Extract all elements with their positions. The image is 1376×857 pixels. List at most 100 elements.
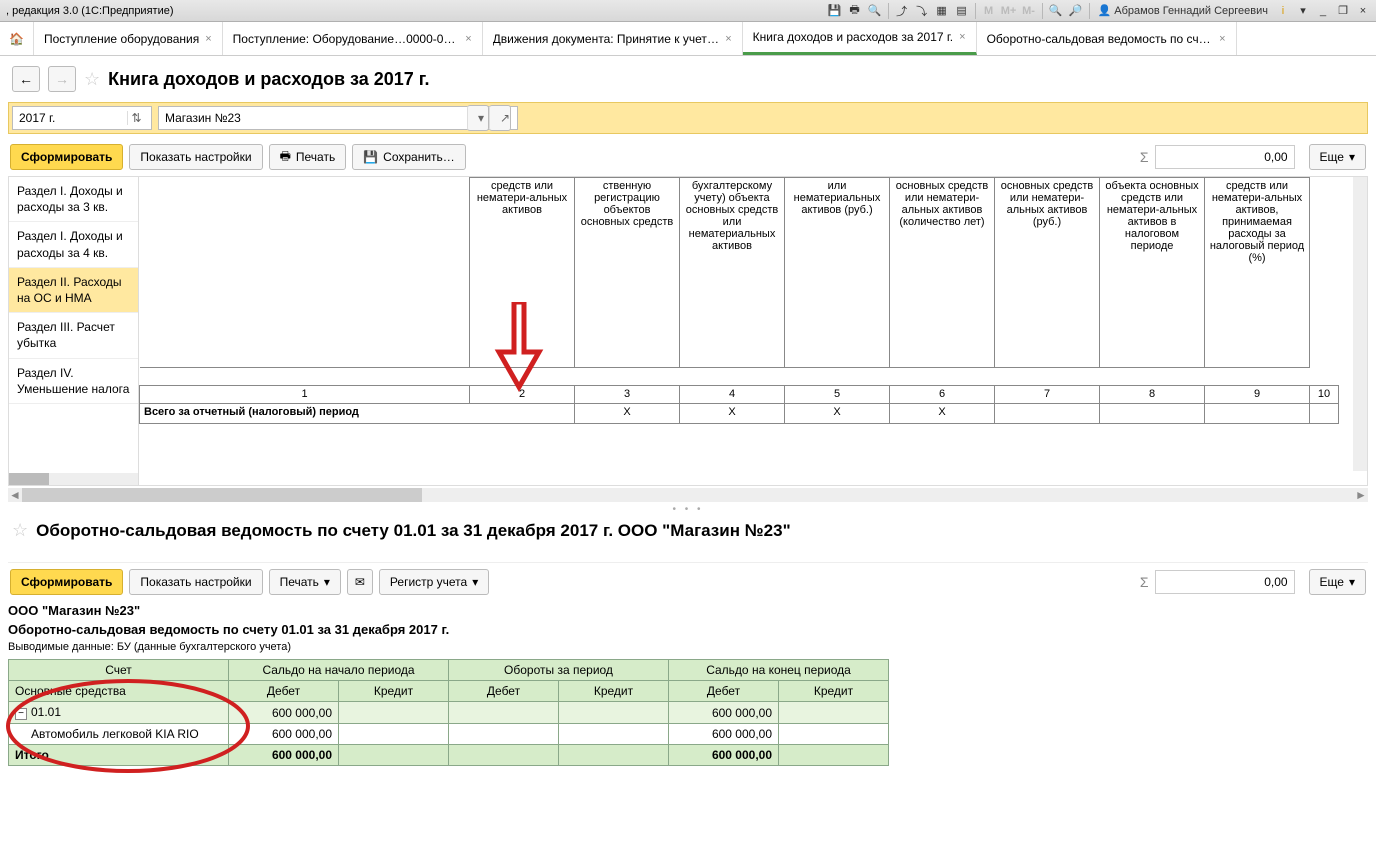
th-begin: Сальдо на начало периода [229, 660, 449, 681]
user-indicator[interactable]: 👤 Абрамов Геннадий Сергеевич [1094, 2, 1272, 20]
tab-2[interactable]: Движения документа: Принятие к учету …× [483, 22, 743, 55]
save-button[interactable]: 💾 Сохранить… [352, 144, 466, 170]
tab-close-icon[interactable]: × [725, 33, 731, 45]
preview-icon[interactable]: 🔍 [866, 2, 884, 20]
sidebar-item-3[interactable]: Раздел III. Расчет убытка [9, 313, 138, 358]
col-header: основных средств или нематери-альных акт… [890, 178, 995, 368]
print-button[interactable]: Печать ▾ [269, 569, 341, 595]
sidebar-item-1[interactable]: Раздел I. Доходы и расходы за 4 кв. [9, 222, 138, 267]
show-settings-button[interactable]: Показать настройки [129, 144, 262, 170]
obsv-report: ООО "Магазин №23" Оборотно-сальдовая вед… [8, 601, 1368, 766]
favorite-star-icon[interactable]: ☆ [12, 520, 28, 541]
sigma-value: 0,00 [1155, 570, 1295, 594]
table-row[interactable]: Автомобиль легковой KIA RIO 600 000,00 6… [9, 724, 889, 745]
year-spinner-icon[interactable]: ⇅ [127, 111, 145, 125]
print-button[interactable]: 🖶 Печать [269, 144, 347, 170]
page-title-2: Оборотно-сальдовая ведомость по счету 01… [36, 521, 790, 541]
th-credit: Кредит [779, 681, 889, 702]
zoom-in-icon[interactable]: 🔍 [1047, 2, 1065, 20]
col-header: бухгалтерскому учету) объекта основных с… [680, 178, 785, 368]
tab-close-icon[interactable]: × [959, 31, 965, 43]
sections-sidebar: Раздел I. Доходы и расходы за 3 кв. Разд… [9, 177, 139, 485]
horizontal-scrollbar[interactable]: ◄► [8, 488, 1368, 502]
form-button[interactable]: Сформировать [10, 144, 123, 170]
dropdown-icon[interactable]: ▾ [467, 105, 489, 131]
email-button[interactable]: ✉ [347, 569, 373, 595]
filter-bar: 2017 г. ⇅ Магазин №23 ▾ ↗ [8, 102, 1368, 134]
sigma-value: 0,00 [1155, 145, 1295, 169]
tab-1[interactable]: Поступление: Оборудование…0000-000002× [223, 22, 483, 55]
vertical-scrollbar[interactable] [1353, 177, 1367, 471]
print-icon[interactable]: 🖶 [846, 2, 864, 20]
table-row-total: Итого 600 000,00 600 000,00 [9, 745, 889, 766]
info-icon[interactable]: i [1274, 2, 1292, 20]
zoom-out-icon[interactable]: 🔎 [1067, 2, 1085, 20]
title-bar: , редакция 3.0 (1С:Предприятие) 💾 🖶 🔍 ⤴ … [0, 0, 1376, 22]
col-header: основных средств или нематери-альных акт… [995, 178, 1100, 368]
th-end: Сальдо на конец периода [669, 660, 889, 681]
year-field[interactable]: 2017 г. ⇅ [12, 106, 152, 130]
th-period: Обороты за период [449, 660, 669, 681]
org-field[interactable]: Магазин №23 ▾ ↗ [158, 106, 518, 130]
col-header: ственную регистрацию объектов основных с… [575, 178, 680, 368]
obsv-subtitle: Оборотно-сальдовая ведомость по счету 01… [8, 620, 1368, 639]
column-number-row: 1 2 3 4 5 6 7 8 9 10 [140, 386, 1339, 404]
th-debit: Дебет [229, 681, 339, 702]
table-icon[interactable]: ▦ [933, 2, 951, 20]
collapse-icon[interactable]: − [15, 708, 27, 720]
action-bar-2: Сформировать Показать настройки Печать ▾… [0, 563, 1376, 601]
form-button[interactable]: Сформировать [10, 569, 123, 595]
mminus-icon[interactable]: M- [1020, 2, 1038, 20]
restore-icon[interactable]: ❐ [1334, 2, 1352, 20]
total-row: Всего за отчетный (налоговый) период X X… [140, 404, 1339, 424]
table-row-group[interactable]: −01.01 600 000,00 600 000,00 [9, 702, 889, 724]
obsv-datanote: Выводимые данные: БУ (данные бухгалтерск… [8, 639, 1368, 655]
nav-forward-button[interactable]: → [48, 66, 76, 92]
show-settings-button[interactable]: Показать настройки [129, 569, 262, 595]
col-header: средств или нематери-альных активов [470, 178, 575, 368]
obsv-table: Счет Сальдо на начало периода Обороты за… [8, 659, 889, 766]
close-window-icon[interactable]: × [1354, 2, 1372, 20]
more-button[interactable]: Еще ▾ [1309, 569, 1366, 595]
sidebar-item-0[interactable]: Раздел I. Доходы и расходы за 3 кв. [9, 177, 138, 222]
th-sub: Основные средства [9, 681, 229, 702]
mplus-icon[interactable]: M+ [1000, 2, 1018, 20]
sigma-icon: Σ [1140, 149, 1149, 165]
tab-0[interactable]: Поступление оборудования× [34, 22, 223, 55]
th-account: Счет [9, 660, 229, 681]
report-area[interactable]: средств или нематери-альных активов стве… [139, 177, 1367, 485]
download-icon[interactable]: ⤵ [913, 2, 931, 20]
registry-button[interactable]: Регистр учета ▾ [379, 569, 489, 595]
minimize-icon[interactable]: _ [1314, 2, 1332, 20]
open-dialog-icon[interactable]: ↗ [489, 105, 511, 131]
m-icon[interactable]: M [980, 2, 998, 20]
th-credit: Кредит [559, 681, 669, 702]
sidebar-scrollbar[interactable] [9, 473, 138, 485]
tab-close-icon[interactable]: × [1219, 33, 1225, 45]
sidebar-item-4[interactable]: Раздел IV. Уменьшение налога [9, 359, 138, 404]
th-debit: Дебет [449, 681, 559, 702]
report-split: Раздел I. Доходы и расходы за 3 кв. Разд… [8, 176, 1368, 486]
home-button[interactable]: 🏠 [0, 22, 34, 55]
tab-4[interactable]: Оборотно-сальдовая ведомость по сче…× [977, 22, 1237, 55]
col-header: средств или нематери-альных активов, при… [1205, 178, 1310, 368]
favorite-star-icon[interactable]: ☆ [84, 69, 100, 90]
tab-3[interactable]: Книга доходов и расходов за 2017 г.× [743, 22, 977, 55]
save-icon[interactable]: 💾 [826, 2, 844, 20]
pane-splitter[interactable]: • • • [0, 502, 1376, 516]
calendar-icon[interactable]: ▤ [953, 2, 971, 20]
action-bar: Сформировать Показать настройки 🖶 Печать… [0, 138, 1376, 176]
sidebar-item-2[interactable]: Раздел II. Расходы на ОС и НМА [9, 268, 138, 313]
upload-icon[interactable]: ⤴ [893, 2, 911, 20]
sigma-icon: Σ [1140, 574, 1149, 590]
dropdown-icon[interactable]: ▾ [1294, 2, 1312, 20]
tab-close-icon[interactable]: × [205, 33, 211, 45]
nav-back-button[interactable]: ← [12, 66, 40, 92]
tab-close-icon[interactable]: × [465, 33, 471, 45]
collapsed-filter-bar [8, 545, 1368, 563]
col-header: или нематериальных активов (руб.) [785, 178, 890, 368]
obsv-org: ООО "Магазин №23" [8, 601, 1368, 620]
tabs-bar: 🏠 Поступление оборудования× Поступление:… [0, 22, 1376, 56]
page-title: Книга доходов и расходов за 2017 г. [108, 69, 429, 90]
more-button[interactable]: Еще ▾ [1309, 144, 1366, 170]
